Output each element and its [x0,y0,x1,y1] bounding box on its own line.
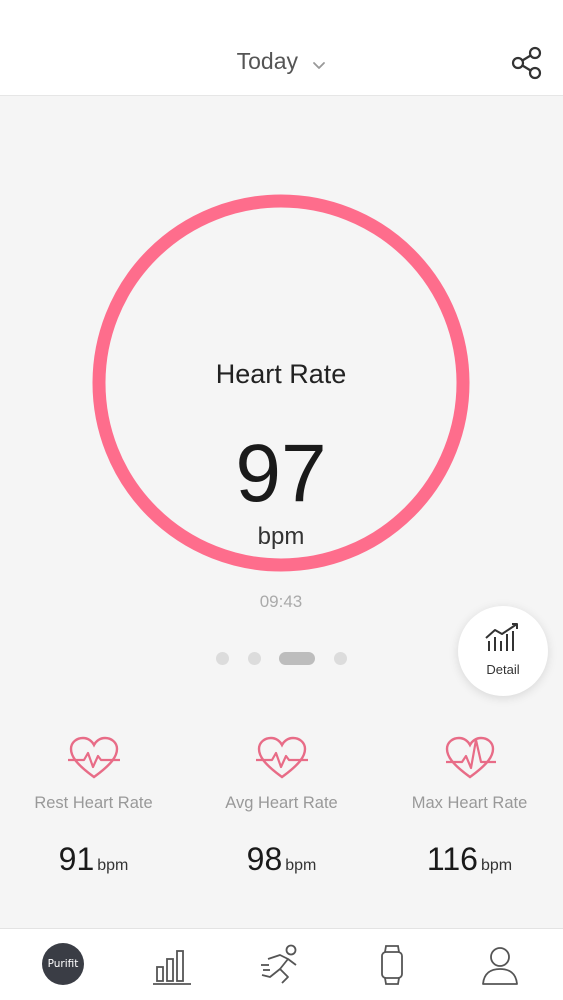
stat-avg-heart-rate: Avg Heart Rate 98 bpm [188,736,375,878]
running-icon [261,944,297,984]
stat-value: 98 [246,841,283,877]
stat-label: Rest Heart Rate [34,794,153,812]
stat-value-row: 91 bpm [0,841,187,878]
page-dot-2[interactable] [247,652,261,666]
tab-stats[interactable] [151,943,195,987]
stat-label: Max Heart Rate [411,794,528,812]
share-icon[interactable] [511,46,543,80]
stat-unit: bpm [480,857,513,874]
date-selector[interactable]: Today [0,48,563,76]
watch-icon [381,945,403,985]
trend-chart-icon [485,623,518,651]
stat-rest-heart-rate: Rest Heart Rate 91 bpm [0,736,187,878]
detail-button[interactable]: Detail [458,606,548,696]
tab-sport[interactable] [258,943,302,987]
stat-value-row: 116 bpm [376,841,563,878]
heart-rate-stats: Rest Heart Rate 91 bpm Avg Heart Rate 98 b… [0,736,563,896]
chevron-down-icon [312,49,326,76]
heart-rate-title: Heart Rate [215,359,347,389]
stat-label: Avg Heart Rate [225,794,338,812]
bar-chart-icon [153,950,191,985]
heart-rate-value: 97 [235,428,327,519]
heart-rate-time: 09:43 [259,592,303,611]
user-icon [482,947,518,985]
heart-peak-icon [445,736,496,779]
heart-rate-unit: bpm [257,523,305,550]
detail-label: Detail [486,662,520,677]
heart-pulse-icon [67,736,120,779]
bottom-tab-bar: Purifit [0,928,563,1000]
stat-max-heart-rate: Max Heart Rate 116 bpm [376,736,563,878]
stat-unit: bpm [97,857,129,874]
tab-home[interactable]: Purifit [42,943,86,987]
stat-value: 91 [58,841,95,877]
stat-unit: bpm [285,857,317,874]
stat-value-row: 98 bpm [188,841,375,878]
date-label: Today [236,48,298,74]
tab-profile[interactable] [478,943,522,987]
header-bar: Today [0,0,563,96]
heart-rate-panel: Heart Rate 97 bpm 09:43 Detail Rest Hear… [0,96,563,928]
page-dot-4[interactable] [333,652,347,666]
stat-value: 116 [426,841,478,877]
page-dot-1[interactable] [216,652,230,666]
page-dot-3-active[interactable] [279,652,316,666]
purifit-logo: Purifit [42,943,84,985]
tab-device[interactable] [370,943,414,987]
heart-pulse-icon [255,736,308,779]
heart-rate-ring[interactable]: Heart Rate 97 bpm 09:43 [86,188,476,611]
